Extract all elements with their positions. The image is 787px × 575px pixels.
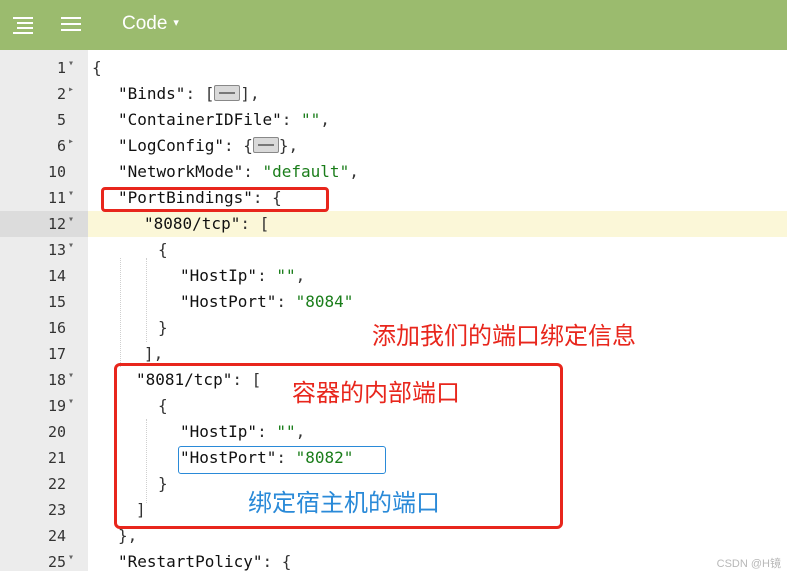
fold-toggle[interactable]: ▾: [68, 188, 74, 199]
bracket: ],: [144, 344, 164, 363]
json-string: "": [301, 110, 321, 129]
line-number: 21: [47, 449, 66, 467]
brace: }: [158, 318, 168, 337]
code-line: 15 "HostPort": "8084": [0, 289, 787, 315]
json-string: "": [276, 266, 296, 285]
annotation-host-port: 绑定宿主机的端口: [248, 489, 440, 517]
punctuation: : {: [223, 136, 253, 155]
chevron-down-icon: ▾: [173, 17, 179, 29]
annotation-container-port: 容器的内部端口: [292, 379, 460, 407]
line-number: 22: [47, 475, 66, 493]
line-number: 23: [47, 501, 66, 519]
code-line: 6 ▸ "LogConfig": {},: [0, 133, 787, 159]
punctuation: : [: [240, 214, 270, 233]
collapsed-content-icon[interactable]: [214, 85, 241, 101]
line-number: 2: [56, 85, 66, 103]
mode-dropdown[interactable]: Code ▾: [122, 13, 179, 35]
line-number: 12: [47, 215, 66, 233]
mode-label: Code: [122, 13, 168, 34]
fold-toggle[interactable]: ▾: [68, 240, 74, 251]
hostport-highlight-box: [178, 446, 386, 474]
line-number: 11: [47, 189, 66, 207]
code-line: 1 ▾ {: [0, 55, 787, 81]
line-number: 19: [47, 397, 66, 415]
portbindings-highlight-box: [101, 187, 329, 212]
watermark: CSDN @H镜: [716, 558, 781, 570]
fold-toggle[interactable]: ▾: [68, 370, 74, 381]
line-number: 24: [47, 527, 66, 545]
json-string: "8084": [295, 292, 354, 311]
fold-toggle[interactable]: ▾: [68, 214, 74, 225]
line-number: 10: [47, 163, 66, 181]
line-number: 5: [56, 111, 66, 129]
code-line: 25 ▾ "RestartPolicy": {: [0, 549, 787, 575]
punctuation: : [: [185, 84, 215, 103]
code-line: 10 "NetworkMode": "default",: [0, 159, 787, 185]
punctuation: ],: [240, 84, 260, 103]
punctuation: },: [278, 136, 299, 155]
annotation-add-binding: 添加我们的端口绑定信息: [372, 322, 636, 350]
json-key: "LogConfig": [118, 136, 224, 155]
json-key: "RestartPolicy": [118, 552, 263, 571]
line-number: 20: [47, 423, 66, 441]
json-key: "ContainerIDFile": [118, 110, 282, 129]
fold-toggle[interactable]: ▾: [68, 58, 74, 69]
line-number: 6: [56, 137, 66, 155]
collapsed-content-icon[interactable]: [252, 137, 279, 153]
punctuation: : {: [262, 552, 292, 571]
line-number: 15: [47, 293, 66, 311]
line-number: 25: [47, 553, 66, 571]
toolbar: Code ▾: [0, 0, 787, 50]
fold-toggle[interactable]: ▸: [68, 84, 74, 95]
code-line: 5 "ContainerIDFile": "",: [0, 107, 787, 133]
json-key: "Binds": [118, 84, 186, 103]
code-line: 13 ▾ {: [0, 237, 787, 263]
json-key: "HostIp": [180, 266, 258, 285]
align-left-icon[interactable]: [12, 14, 34, 36]
line-number: 13: [47, 241, 66, 259]
json-key: "8080/tcp": [144, 214, 241, 233]
fold-toggle[interactable]: ▾: [68, 396, 74, 407]
code-line: 2 ▸ "Binds": [],: [0, 81, 787, 107]
json-key: "HostPort": [180, 292, 277, 311]
line-number: 14: [47, 267, 66, 285]
brace: {: [92, 58, 102, 77]
code-line: 14 "HostIp": "",: [0, 263, 787, 289]
fold-toggle[interactable]: ▾: [68, 552, 74, 563]
line-number: 1: [56, 59, 66, 77]
line-number: 17: [47, 345, 66, 363]
json-string: "default": [262, 162, 350, 181]
menu-lines-icon[interactable]: [60, 14, 82, 36]
brace: {: [158, 240, 168, 259]
code-editor[interactable]: 1 ▾ { 2 ▸ "Binds": [], 5 "ContainerIDFil…: [0, 50, 787, 571]
code-line-active: 12 ▾ "8080/tcp": [: [0, 211, 787, 237]
json-key: "NetworkMode": [118, 162, 244, 181]
fold-toggle[interactable]: ▸: [68, 136, 74, 147]
line-number: 18: [47, 371, 66, 389]
line-number: 16: [47, 319, 66, 337]
